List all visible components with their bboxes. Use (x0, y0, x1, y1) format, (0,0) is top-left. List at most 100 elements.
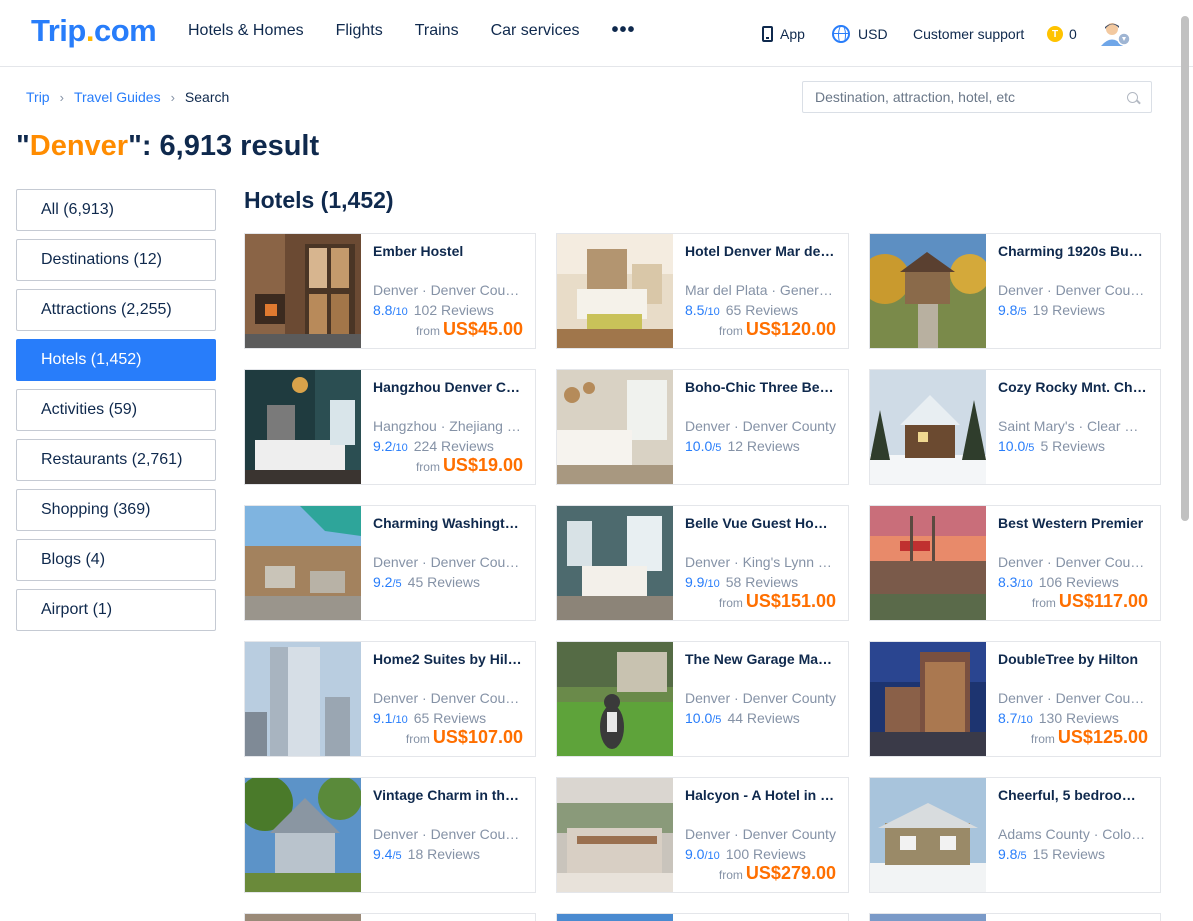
rating-score: 10.0 (998, 438, 1026, 454)
rating-scale: /5 (1025, 442, 1035, 454)
category-airport[interactable]: Airport (1) (16, 589, 216, 631)
hotel-card[interactable]: Boho-Chic Three Bedroom Denver · Denver … (556, 369, 849, 485)
category-activities[interactable]: Activities (59) (16, 389, 216, 431)
nav-hotels-homes[interactable]: Hotels & Homes (188, 22, 304, 40)
rating-score: 8.5 (685, 302, 705, 318)
trip-logo[interactable]: Trip.com (31, 13, 157, 49)
hotel-location: Denver · Denver County (998, 282, 1148, 298)
category-all[interactable]: All (6,913) (16, 189, 216, 231)
breadcrumb: Trip › Travel Guides › Search (26, 89, 229, 105)
globe-icon (832, 25, 850, 43)
hotel-rating: 8.3/10 106 Reviews (998, 574, 1148, 591)
currency-selector[interactable]: USD (832, 24, 888, 44)
price-from-label: from (415, 324, 440, 338)
rating-scale: /5 (712, 442, 722, 454)
hotel-card-partial[interactable] (556, 913, 849, 921)
category-shopping[interactable]: Shopping (369) (16, 489, 216, 531)
hotel-name: Cozy Rocky Mnt. Chalet (998, 379, 1148, 395)
breadcrumb-travel-guides[interactable]: Travel Guides (74, 89, 161, 105)
hotel-card-partial[interactable] (869, 913, 1161, 921)
hotel-rating: 9.4/5 18 Reviews (373, 846, 523, 863)
hotel-photo (870, 234, 986, 348)
hotel-photo (245, 234, 361, 348)
rating-scale: /5 (1017, 850, 1027, 862)
hotel-card[interactable]: Charming 1920s Bungalow Denver · Denver … (869, 233, 1161, 349)
category-destinations[interactable]: Destinations (12) (16, 239, 216, 281)
customer-support-link[interactable]: Customer support (913, 24, 1024, 44)
hotel-rating: 9.2/10 224 Reviews (373, 438, 523, 455)
review-count: 15 Reviews (1032, 846, 1106, 862)
price-row: from US$151.00 (719, 591, 836, 612)
price-from-label: from (415, 460, 440, 474)
hotel-card[interactable]: DoubleTree by Hilton Denver · Denver Cou… (869, 641, 1161, 757)
rating-score: 8.3 (998, 574, 1018, 590)
breadcrumb-trip[interactable]: Trip (26, 89, 50, 105)
hotel-price: US$120.00 (745, 319, 836, 339)
category-restaurants[interactable]: Restaurants (2,761) (16, 439, 216, 481)
price-from-label: from (718, 324, 743, 338)
price-from-label: from (405, 732, 430, 746)
hotel-price: US$151.00 (745, 591, 836, 611)
search-input[interactable] (803, 82, 1113, 112)
hotel-card[interactable]: Halcyon - A Hotel in Cherry Creek Denver… (556, 777, 849, 893)
hotel-price: US$125.00 (1057, 727, 1148, 747)
hotel-price: US$279.00 (745, 863, 836, 883)
hotel-card[interactable]: Hotel Denver Mar del Plata Mar del Plata… (556, 233, 849, 349)
trip-coins[interactable]: T 0 (1047, 24, 1077, 44)
nav-flights[interactable]: Flights (336, 22, 383, 40)
category-attractions[interactable]: Attractions (2,255) (16, 289, 216, 331)
nav-trains[interactable]: Trains (415, 22, 459, 40)
rating-score: 9.8 (998, 846, 1018, 862)
category-sidebar: All (6,913) Destinations (12) Attraction… (16, 189, 216, 639)
chevron-right-icon: › (170, 89, 175, 105)
hotel-location: Denver · King's Lynn and West Norfolk (685, 554, 836, 570)
hotel-location: Denver · Denver County (685, 826, 836, 842)
price-row: from US$120.00 (719, 319, 836, 340)
hotel-photo (245, 778, 361, 892)
coin-icon: T (1047, 26, 1063, 42)
review-count: 5 Reviews (1040, 438, 1106, 454)
hotel-name: The New Garage Marigold (685, 651, 836, 667)
hotel-price: US$107.00 (432, 727, 523, 747)
rating-scale: /10 (392, 714, 408, 726)
hotel-card[interactable]: Charming Washington Park Denver · Denver… (244, 505, 536, 621)
rating-scale: /5 (392, 578, 402, 590)
more-menu-icon[interactable]: ••• (611, 20, 635, 40)
page-title: "Denver": 6,913 result (16, 130, 320, 162)
hotel-card[interactable]: Home2 Suites by Hilton Denver · Denver C… (244, 641, 536, 757)
search-icon[interactable] (1127, 92, 1138, 103)
hotel-photo (870, 506, 986, 620)
rating-scale: /10 (704, 850, 720, 862)
search-keyword: Denver (29, 130, 129, 162)
nav-car-services[interactable]: Car services (491, 22, 580, 40)
hotel-price: US$45.00 (442, 319, 523, 339)
hotel-location: Denver · Denver County (373, 282, 523, 298)
hotel-card[interactable]: Cozy Rocky Mnt. Chalet Saint Mary's · Cl… (869, 369, 1161, 485)
review-count: 65 Reviews (725, 302, 799, 318)
hotel-card[interactable]: Cheerful, 5 bedroom home Adams County · … (869, 777, 1161, 893)
price-from-label: from (718, 868, 743, 882)
hotel-card[interactable]: Hangzhou Denver Cozy Hotel Hangzhou · Zh… (244, 369, 536, 485)
hotel-photo (870, 642, 986, 756)
hotel-location: Saint Mary's · Clear Creek (998, 418, 1148, 434)
hotel-card[interactable]: Best Western Premier Denver · Denver Cou… (869, 505, 1161, 621)
price-row (833, 727, 836, 748)
user-avatar-icon[interactable] (1101, 21, 1131, 47)
price-row: from US$279.00 (719, 863, 836, 884)
scrollbar-thumb[interactable] (1181, 16, 1189, 521)
category-blogs[interactable]: Blogs (4) (16, 539, 216, 581)
app-link[interactable]: App (762, 24, 805, 44)
rating-scale: /5 (1017, 306, 1027, 318)
hotel-card-partial[interactable] (244, 913, 536, 921)
hotel-card[interactable]: Vintage Charm in the City Denver · Denve… (244, 777, 536, 893)
currency-label: USD (858, 26, 888, 42)
rating-score: 9.9 (685, 574, 705, 590)
top-header: Trip.com Hotels & Homes Flights Trains C… (0, 0, 1193, 67)
hotel-photo (557, 642, 673, 756)
category-hotels[interactable]: Hotels (1,452) (16, 339, 216, 381)
hotel-rating: 10.0/5 5 Reviews (998, 438, 1148, 455)
hotel-card[interactable]: The New Garage Marigold Denver · Denver … (556, 641, 849, 757)
hotel-card[interactable]: Ember Hostel Denver · Denver County 8.8/… (244, 233, 536, 349)
rating-scale: /10 (704, 306, 720, 318)
hotel-card[interactable]: Belle Vue Guest House Denver · King's Ly… (556, 505, 849, 621)
